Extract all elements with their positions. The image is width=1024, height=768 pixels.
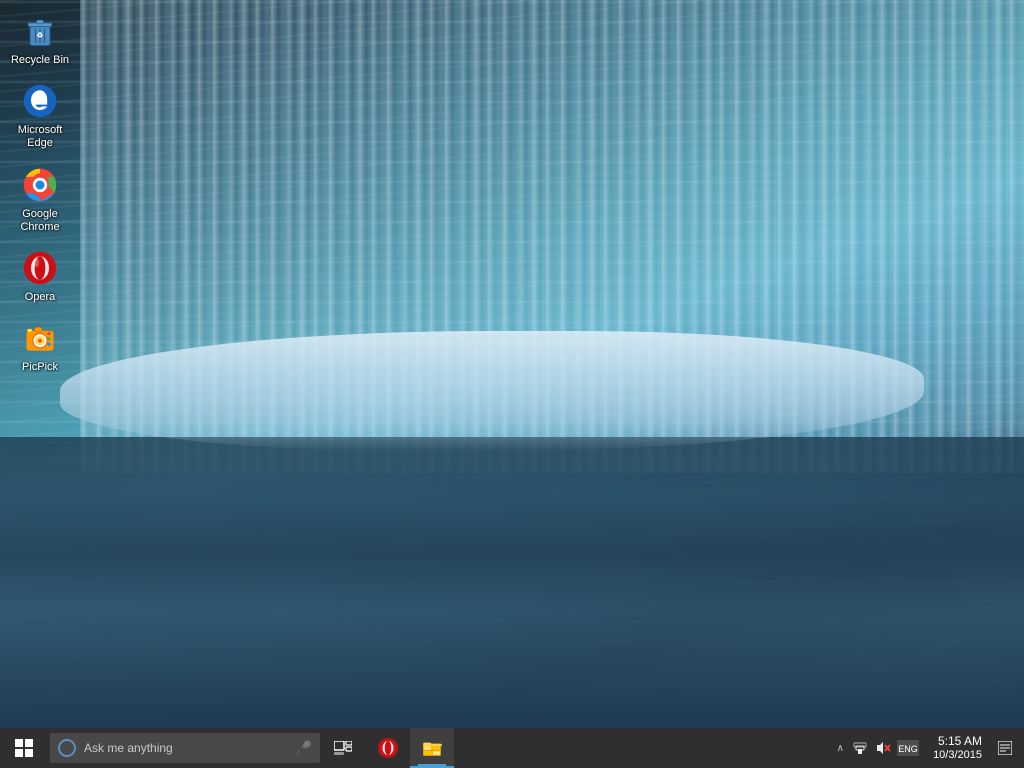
snow-mound (60, 331, 924, 451)
svg-text:♻: ♻ (37, 30, 43, 39)
cortana-icon (58, 739, 76, 757)
water-reflection (0, 437, 1024, 728)
network-tray-icon[interactable] (848, 728, 872, 768)
task-view-button[interactable] (324, 728, 362, 768)
start-button[interactable] (0, 728, 48, 768)
desktop-icon-opera[interactable]: Opera (2, 242, 78, 310)
taskbar-app-opera[interactable] (366, 728, 410, 768)
clock-time: 5:15 AM (938, 734, 982, 748)
recycle-bin-label: Recycle Bin (11, 54, 69, 67)
recycle-bin-icon: ♻ (20, 11, 60, 51)
opera-label: Opera (25, 291, 56, 304)
desktop-icons: ♻ Recycle Bin Microsoft Edge (0, 0, 80, 728)
show-hidden-icons-button[interactable]: ∧ (833, 743, 848, 754)
notification-button[interactable] (990, 728, 1020, 768)
edge-label: Microsoft Edge (6, 124, 74, 150)
taskbar-apps (366, 728, 454, 768)
volume-tray-icon[interactable] (872, 728, 896, 768)
desktop-icon-recycle-bin[interactable]: ♻ Recycle Bin (2, 5, 78, 73)
desktop-icon-edge[interactable]: Microsoft Edge (2, 75, 78, 156)
edge-icon (20, 81, 60, 121)
desktop-icon-chrome[interactable]: Google Chrome (2, 159, 78, 240)
desktop-icon-picpick[interactable]: PicPick (2, 312, 78, 380)
taskbar-app-explorer[interactable] (410, 728, 454, 768)
search-placeholder-text: Ask me anything (84, 741, 173, 755)
ime-tray-icon[interactable]: ENG (896, 728, 920, 768)
chrome-label: Google Chrome (6, 208, 74, 234)
chrome-icon (20, 165, 60, 205)
system-tray: ∧ ENG (833, 728, 1024, 768)
opera-icon (20, 248, 60, 288)
desktop: ♻ Recycle Bin Microsoft Edge (0, 0, 1024, 728)
microphone-icon[interactable]: 🎤 (295, 740, 312, 757)
clock-date: 10/3/2015 (933, 749, 982, 762)
search-bar[interactable]: Ask me anything 🎤 (50, 733, 320, 763)
picpick-icon (20, 318, 60, 358)
picpick-label: PicPick (22, 361, 58, 374)
clock[interactable]: 5:15 AM 10/3/2015 (920, 728, 990, 768)
svg-text:ENG: ENG (898, 744, 918, 754)
taskbar: Ask me anything 🎤 (0, 728, 1024, 768)
chevron-up-icon: ∧ (837, 743, 844, 754)
